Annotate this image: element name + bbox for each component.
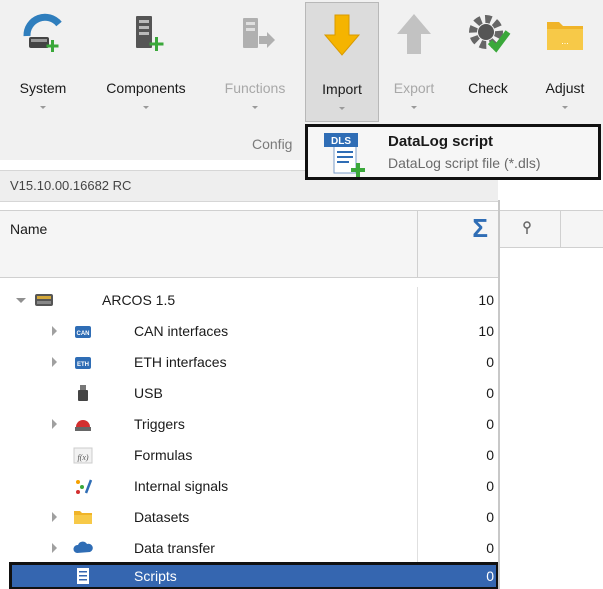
tree-row-count: 0 [486, 478, 494, 494]
tree-row-count: 0 [486, 416, 494, 432]
svg-text:...: ... [561, 36, 569, 46]
tree-row-eth-interfaces[interactable]: ETH ETH interfaces 0 [10, 351, 498, 374]
tree-row-count: 10 [478, 292, 494, 308]
adjust-folder-icon: ... [547, 22, 583, 50]
tree-row-data-transfer[interactable]: Data transfer 0 [10, 537, 498, 560]
tree-row-count: 0 [486, 568, 494, 584]
formula-icon: f(x) [73, 447, 93, 464]
chevron-down-icon [252, 106, 258, 109]
import-dropdown-menu: DLS DataLog script DataLog script file (… [305, 124, 601, 180]
system-label: System [19, 80, 67, 96]
usb-icon [78, 385, 88, 401]
folder-icon [74, 511, 92, 524]
sigma-icon: Σ [472, 213, 488, 243]
tree-row-count: 10 [478, 323, 494, 339]
cloud-icon [73, 541, 93, 553]
datalog-script-menu-item[interactable]: DLS DataLog script DataLog script file (… [308, 127, 598, 177]
dls-script-icon: DLS [324, 133, 365, 177]
chevron-down-icon [143, 106, 149, 109]
device-icon [35, 294, 53, 306]
chevron-down-icon [411, 106, 417, 109]
adjust-label: Adjust [545, 80, 585, 96]
tree-row-count: 0 [486, 385, 494, 401]
tree-row-count: 0 [486, 447, 494, 463]
components-add-icon [136, 16, 164, 51]
svg-text:ETH: ETH [77, 362, 89, 368]
check-button[interactable]: Check [452, 2, 524, 120]
chevron-down-icon [40, 106, 46, 109]
components-button[interactable]: Components [90, 2, 202, 120]
svg-text:DLS: DLS [331, 136, 351, 147]
pin-icon[interactable] [520, 221, 534, 235]
tree-row-label: CAN interfaces [134, 323, 229, 339]
adjust-button[interactable]: ... Adjust [530, 2, 600, 120]
ribbon-group-label: Config [252, 136, 293, 152]
tree-row-count: 0 [486, 540, 494, 556]
tree-row-arcos[interactable]: ARCOS 1.5 10 [10, 289, 498, 312]
tree-row-count: 0 [486, 354, 494, 370]
tree-row-label: Triggers [134, 416, 185, 432]
tree-row-formulas[interactable]: f(x) Formulas 0 [10, 444, 498, 467]
internal-signals-icon [76, 479, 93, 494]
tree-row-label: Internal signals [134, 478, 229, 494]
tree-row-label: USB [134, 385, 163, 401]
tree-row-datasets[interactable]: Datasets 0 [10, 506, 498, 529]
import-button[interactable]: Import [305, 2, 379, 122]
version-text: V15.10.00.16682 RC [10, 178, 132, 193]
expand-icon[interactable] [52, 326, 57, 336]
expand-icon[interactable] [16, 298, 26, 303]
export-arrow-icon [397, 14, 431, 54]
trigger-icon [75, 420, 91, 431]
tree-row-count: 0 [486, 509, 494, 525]
filter-row[interactable] [0, 247, 498, 278]
svg-text:CAN: CAN [77, 331, 90, 337]
eth-icon: ETH [75, 357, 91, 369]
chevron-down-icon [339, 107, 345, 110]
tree-row-can-interfaces[interactable]: CAN CAN interfaces 10 [10, 320, 498, 343]
expand-icon[interactable] [52, 543, 57, 553]
tree-row-scripts[interactable]: Scripts 0 [9, 562, 499, 589]
tree-row-label: Scripts [134, 568, 177, 584]
check-label: Check [468, 80, 508, 96]
tree-row-triggers[interactable]: Triggers 0 [10, 413, 498, 436]
expand-icon[interactable] [52, 357, 57, 367]
name-column-header[interactable]: Name [10, 221, 47, 237]
can-icon: CAN [75, 326, 91, 338]
svg-text:f(x): f(x) [77, 453, 88, 462]
tree-row-internal-signals[interactable]: Internal signals 0 [10, 475, 498, 498]
components-label: Components [106, 80, 186, 96]
expand-icon[interactable] [52, 512, 57, 522]
import-label: Import [322, 81, 362, 97]
tree-row-label: Data transfer [134, 540, 215, 556]
sum-column-header[interactable]: Σ [417, 211, 498, 247]
functions-label: Functions [224, 80, 286, 96]
tree-row-label: ETH interfaces [134, 354, 227, 370]
chevron-down-icon [562, 106, 568, 109]
export-label: Export [393, 80, 435, 96]
export-button[interactable]: Export [382, 2, 446, 120]
tree-row-label: Formulas [134, 447, 193, 463]
functions-button[interactable]: Functions [210, 2, 300, 120]
tree-row-label: Datasets [134, 509, 190, 525]
tree-header: Name Σ [0, 210, 498, 248]
expand-icon[interactable] [52, 419, 57, 429]
check-gear-icon [469, 15, 511, 53]
right-pane [498, 200, 603, 589]
menu-item-subtitle: DataLog script file (*.dls) [388, 155, 541, 171]
menu-item-title: DataLog script [388, 133, 494, 150]
tree-row-label: ARCOS 1.5 [102, 292, 176, 308]
tree-row-usb[interactable]: USB 0 [10, 382, 498, 405]
right-pane-header [500, 210, 603, 248]
import-arrow-icon [323, 14, 361, 56]
system-add-icon [23, 13, 62, 52]
system-button[interactable]: System [0, 2, 86, 120]
script-icon [77, 568, 89, 584]
functions-icon [243, 18, 275, 48]
